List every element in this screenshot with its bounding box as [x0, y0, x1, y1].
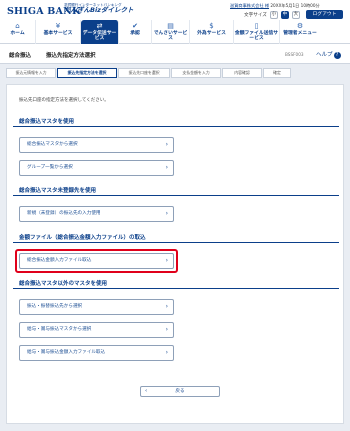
nav-label: でんさいサービス: [153, 31, 188, 42]
service-brand: 滋賀銀行インターネットバンキング たんぎんBizダイレクト: [64, 3, 133, 15]
screen-code: BSSF003: [285, 51, 304, 57]
page-title: 振込先指定方法選択: [46, 53, 96, 59]
select-from-transfer-payee-button[interactable]: 振込・振替振込先から選択: [19, 299, 174, 315]
step-1: 振込元情報を入力: [6, 68, 56, 78]
global-nav: ⌂ ホーム ¥ 基本サービス ⇄ データ伝送サービス ✔ 承認 ▤ でんさいサー…: [0, 20, 350, 44]
back-button[interactable]: ‹ 戻る: [140, 386, 220, 397]
step-3: 振込先口座を選択: [118, 68, 170, 78]
font-size-medium-button[interactable]: 中: [280, 11, 289, 19]
step-indicator: 振込元情報を入力 振込先指定方法を選択 振込先口座を選択 支払金額を入力 内容確…: [0, 66, 350, 80]
help-icon: ?: [333, 52, 341, 59]
step-4: 支払金額を入力: [171, 68, 221, 78]
help-label: ヘルプ: [316, 52, 333, 58]
header: SHIGA BANK 滋賀銀行インターネットバンキング たんぎんBizダイレクト…: [0, 0, 350, 44]
approval-icon: ✔: [132, 22, 138, 30]
section-divider: [13, 126, 339, 127]
nav-data-transfer[interactable]: ⇄ データ伝送サービス: [81, 20, 119, 44]
nav-label: 基本サービス: [43, 31, 73, 36]
user-info: 滋賀商事株式会社 様 20XX年5月1日 10時00分: [230, 3, 320, 9]
step-6: 確定: [263, 68, 291, 78]
nav-label: 管理者メニュー: [283, 31, 317, 36]
section-title-amount-file: 金額ファイル（総合振込金額入力ファイル）の取込: [19, 235, 146, 241]
nav-basic-service[interactable]: ¥ 基本サービス: [36, 20, 81, 44]
new-payee-input-button[interactable]: 新規（未登録）の振込先の入力使用: [19, 206, 174, 222]
file-icon: ▯: [254, 22, 259, 30]
user-name[interactable]: 滋賀商事株式会社 様: [230, 3, 269, 8]
help-link[interactable]: ヘルプ?: [316, 50, 341, 59]
font-size-small-button[interactable]: 小: [269, 11, 278, 19]
font-size-control: 文字サイズ 小 中 大: [244, 11, 300, 19]
home-icon: ⌂: [15, 22, 20, 30]
import-salary-amount-file-button[interactable]: 給与・賞与振込金額入力ファイル取込: [19, 345, 174, 361]
step-5: 内容確認: [222, 68, 262, 78]
instruction-text: 振込先口座の指定方法を選択してください。: [19, 98, 109, 103]
logout-button[interactable]: ログアウト: [306, 10, 343, 19]
section-divider: [13, 242, 339, 243]
font-size-label: 文字サイズ: [244, 13, 267, 18]
nav-forex[interactable]: $ 外為サービス: [190, 20, 234, 44]
nav-label: 承認: [130, 31, 140, 36]
nav-label: ホーム: [10, 31, 25, 36]
section-title-other-master: 総合振込マスタ以外のマスタを使用: [19, 281, 108, 287]
yen-icon: ¥: [55, 22, 61, 30]
admin-icon: ⚙: [296, 22, 304, 30]
nav-label: データ伝送サービス: [82, 31, 117, 42]
select-from-group-button[interactable]: グループ一覧から選択: [19, 160, 174, 176]
nav-approval[interactable]: ✔ 承認: [119, 20, 152, 44]
nav-file-service[interactable]: ▯ 金額ファイル送信サービス: [234, 20, 280, 44]
content-panel: 振込先口座の指定方法を選択してください。 総合振込マスタを使用 総合振込マスタか…: [6, 84, 344, 424]
font-size-large-button[interactable]: 大: [291, 11, 300, 19]
nav-label: 外為サービス: [197, 31, 226, 36]
transfer-icon: ⇄: [96, 22, 103, 30]
section-title-master: 総合振込マスタを使用: [19, 119, 75, 125]
step-2: 振込先指定方法を選択: [57, 68, 117, 78]
section-title: 総合振込: [9, 53, 32, 59]
highlight-box: [15, 249, 178, 273]
section-title-unregistered: 総合振込マスタ未登録先を使用: [19, 188, 97, 194]
select-from-salary-master-button[interactable]: 給与・賞与振込マスタから選択: [19, 322, 174, 338]
nav-home[interactable]: ⌂ ホーム: [0, 20, 36, 44]
brand-name: たんぎんBizダイレクト: [64, 6, 134, 15]
nav-admin[interactable]: ⚙ 管理者メニュー: [280, 20, 320, 44]
nav-densai[interactable]: ▤ でんさいサービス: [152, 20, 190, 44]
forex-icon: $: [209, 22, 214, 30]
nav-label: 金額ファイル送信サービス: [234, 31, 279, 42]
select-from-master-button[interactable]: 総合振込マスタから選択: [19, 137, 174, 153]
section-divider: [13, 195, 339, 196]
back-label: 戻る: [175, 389, 185, 394]
title-bar: 総合振込 振込先指定方法選択 BSSF003 ヘルプ?: [0, 44, 350, 64]
densai-icon: ▤: [167, 22, 174, 30]
section-divider: [13, 288, 339, 289]
login-time: 20XX年5月1日 10時00分: [270, 3, 320, 8]
chevron-left-icon: ‹: [145, 388, 148, 394]
